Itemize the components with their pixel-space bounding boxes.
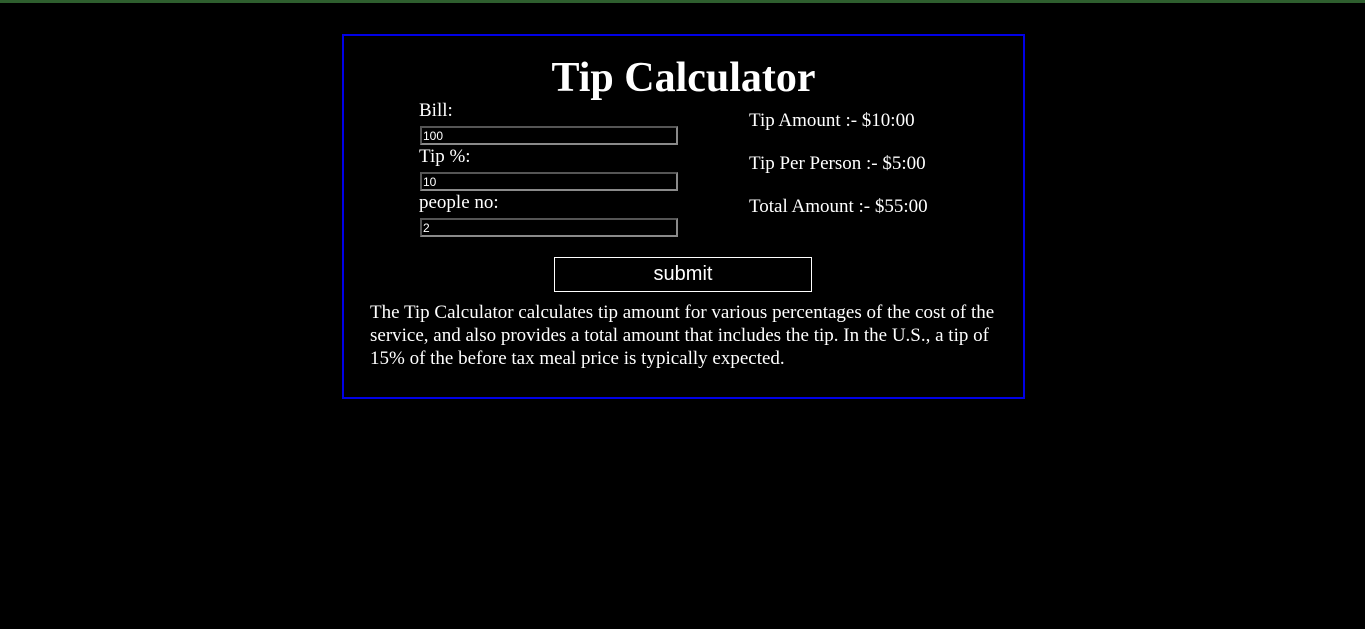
bill-input[interactable]: [420, 126, 678, 145]
description-text: The Tip Calculator calculates tip amount…: [370, 302, 995, 369]
submit-button[interactable]: submit: [554, 257, 812, 292]
tip-percent-label: Tip %:: [419, 146, 471, 167]
tip-amount-result: Tip Amount :- $10:00: [749, 110, 915, 131]
bill-label: Bill:: [419, 100, 453, 121]
total-amount-result: Total Amount :- $55:00: [749, 196, 928, 217]
page-title: Tip Calculator: [551, 55, 816, 101]
people-count-input[interactable]: [420, 218, 678, 237]
top-strip: [0, 0, 1365, 3]
tip-calculator-panel: Tip Calculator Bill: Tip %: people no: T…: [342, 34, 1025, 399]
tip-percent-input[interactable]: [420, 172, 678, 191]
people-count-label: people no:: [419, 192, 499, 213]
tip-per-person-result: Tip Per Person :- $5:00: [749, 153, 926, 174]
